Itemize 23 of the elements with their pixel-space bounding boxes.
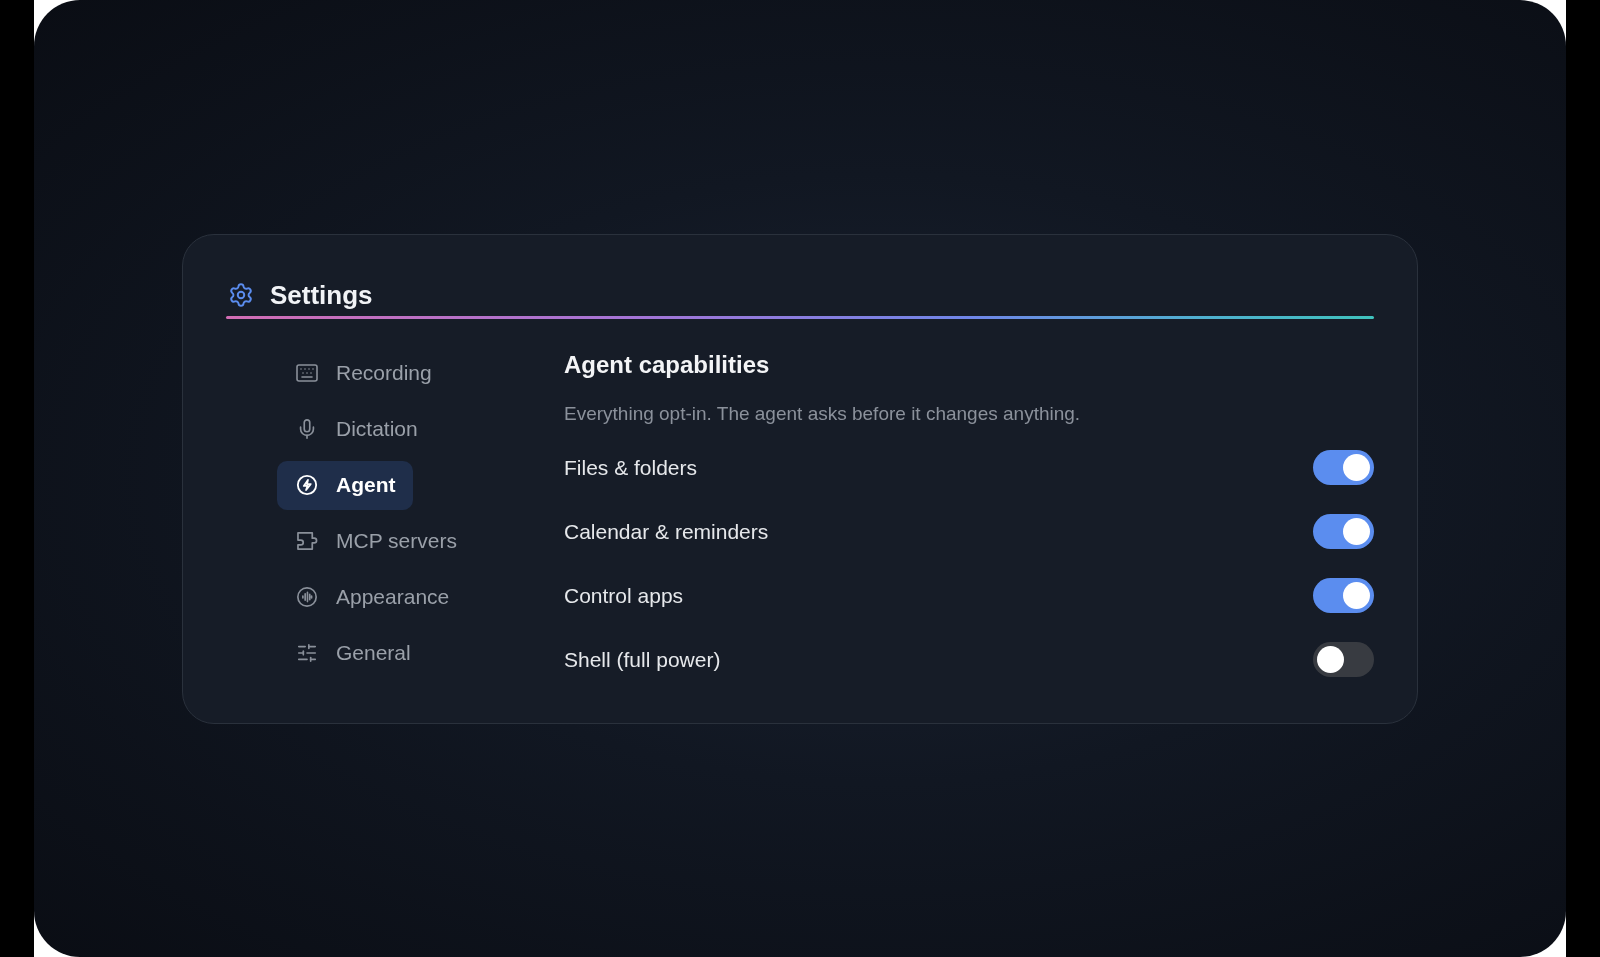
puzzle-icon [295, 531, 319, 551]
window-title: Settings [270, 279, 373, 310]
option-label: Files & folders [564, 454, 698, 481]
waveform-icon [296, 586, 318, 608]
option-label: Shell (full power) [564, 646, 721, 673]
settings-icon [228, 281, 254, 308]
section-title: Agent capabilities [564, 349, 771, 380]
toggle-switch[interactable] [1313, 450, 1374, 485]
section-description: Everything opt-in. The agent asks before it changes anything. [564, 401, 1082, 426]
option-label: Control apps [564, 582, 684, 609]
keyboard-icon [295, 361, 319, 385]
sidebar-item[interactable]: Dictation [277, 404, 435, 454]
toggle-switch[interactable] [1313, 578, 1374, 613]
sidebar-item[interactable]: Agent [277, 460, 413, 510]
sidebar-item[interactable]: MCP servers [277, 516, 474, 566]
sidebar-item[interactable]: General [277, 628, 428, 678]
lightning-bolt-icon [296, 474, 318, 496]
toggle-switch[interactable] [1313, 514, 1374, 549]
sidebar-item[interactable]: Recording [277, 348, 449, 398]
sliders-icon [296, 642, 318, 664]
toggle-switch[interactable] [1313, 642, 1374, 677]
sidebar-item[interactable]: Appearance [277, 572, 467, 622]
option-label: Calendar & reminders [564, 518, 769, 545]
